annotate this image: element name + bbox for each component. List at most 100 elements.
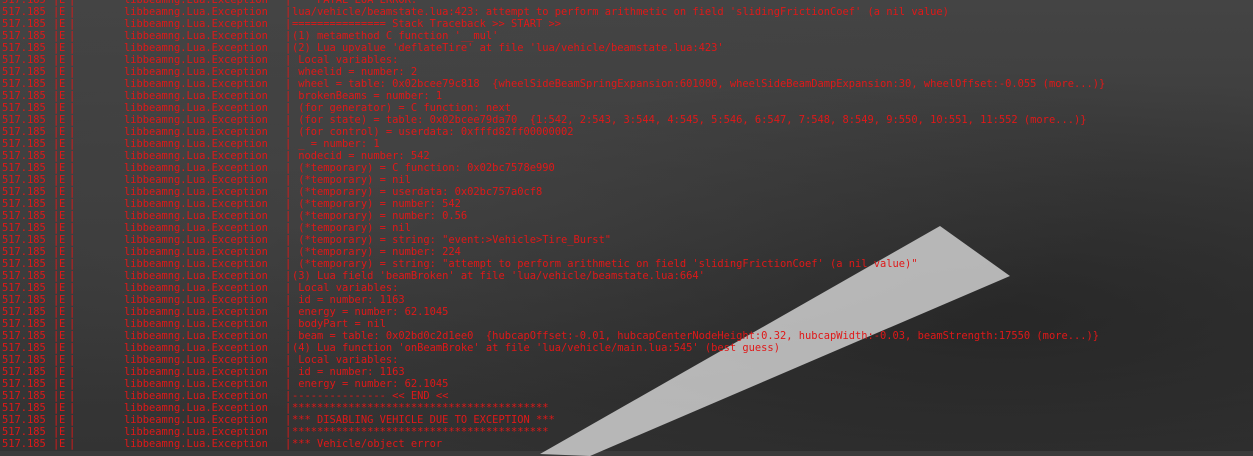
log-timestamp: 517.185 [2, 90, 46, 102]
log-level: E [59, 162, 66, 174]
log-separator: | [285, 246, 292, 258]
log-timestamp: 517.185 [2, 414, 46, 426]
log-level: E [59, 78, 66, 90]
log-line: 517.185 | E | libbeamng.Lua.Exception | broke… [0, 90, 1253, 102]
log-timestamp: 517.185 [2, 330, 46, 342]
log-separator: | [285, 258, 292, 270]
log-level: E [59, 66, 66, 78]
log-source: libbeamng.Lua.Exception [124, 342, 268, 354]
log-source: libbeamng.Lua.Exception [124, 42, 268, 54]
log-separator: | [69, 174, 76, 186]
log-separator: | [69, 258, 76, 270]
log-separator: | [69, 210, 76, 222]
log-timestamp: 517.185 [2, 42, 46, 54]
log-source: libbeamng.Lua.Exception [124, 414, 268, 426]
log-source: libbeamng.Lua.Exception [124, 246, 268, 258]
log-separator: | [69, 186, 76, 198]
log-message: bodyPart = nil [292, 318, 386, 330]
log-line: 517.185 | E | libbeamng.Lua.Exception | (for … [0, 114, 1253, 126]
log-message: ****************************************… [292, 426, 549, 438]
log-separator: | [285, 114, 292, 126]
log-separator: | [285, 54, 292, 66]
log-source: libbeamng.Lua.Exception [124, 210, 268, 222]
log-timestamp: 517.185 [2, 66, 46, 78]
log-source: libbeamng.Lua.Exception [124, 6, 268, 18]
log-level: E [59, 210, 66, 222]
log-timestamp: 517.185 [2, 390, 46, 402]
log-separator: | [285, 306, 292, 318]
log-timestamp: 517.185 [2, 234, 46, 246]
log-source: libbeamng.Lua.Exception [124, 282, 268, 294]
log-timestamp: 517.185 [2, 102, 46, 114]
log-separator: | [69, 402, 76, 414]
log-source: libbeamng.Lua.Exception [124, 90, 268, 102]
log-source: libbeamng.Lua.Exception [124, 222, 268, 234]
log-message: id = number: 1163 [292, 366, 405, 378]
log-message: id = number: 1163 [292, 294, 405, 306]
log-level: E [59, 294, 66, 306]
log-level: E [59, 138, 66, 150]
log-line: 517.185 | E | libbeamng.Lua.Exception | ======… [0, 18, 1253, 30]
log-level: E [59, 318, 66, 330]
log-line: 517.185 | E | libbeamng.Lua.Exception | (*tem… [0, 258, 1253, 270]
log-separator: | [285, 366, 292, 378]
log-message: (for generator) = C function: next [292, 102, 511, 114]
log-line: 517.185 | E | libbeamng.Lua.Exception | (4) Lu… [0, 342, 1253, 354]
log-timestamp: 517.185 [2, 162, 46, 174]
log-separator: | [69, 66, 76, 78]
log-message: ****************************************… [292, 402, 549, 414]
log-separator: | [285, 342, 292, 354]
log-timestamp: 517.185 [2, 174, 46, 186]
log-line: 517.185 | E | libbeamng.Lua.Exception | (for … [0, 126, 1253, 138]
log-level: E [59, 390, 66, 402]
log-timestamp: 517.185 [2, 282, 46, 294]
log-message: (3) Lua field 'beamBroken' at file 'lua/… [292, 270, 705, 282]
log-message: wheelid = number: 2 [292, 66, 418, 78]
log-timestamp: 517.185 [2, 426, 46, 438]
log-line: 517.185 | E | libbeamng.Lua.Exception | (*tem… [0, 162, 1253, 174]
log-timestamp: 517.185 [2, 114, 46, 126]
log-line: 517.185 | E | libbeamng.Lua.Exception | beam … [0, 330, 1253, 342]
log-message: energy = number: 62.1045 [292, 306, 449, 318]
log-separator: | [285, 330, 292, 342]
log-message: (*temporary) = number: 224 [292, 246, 461, 258]
log-message: (*temporary) = string: "attempt to perfo… [292, 258, 918, 270]
log-source: libbeamng.Lua.Exception [124, 126, 268, 138]
log-source: libbeamng.Lua.Exception [124, 318, 268, 330]
log-source: libbeamng.Lua.Exception [124, 18, 268, 30]
log-source: libbeamng.Lua.Exception [124, 150, 268, 162]
log-message: (*temporary) = nil [292, 222, 411, 234]
log-separator: | [69, 414, 76, 426]
log-separator: | [69, 78, 76, 90]
log-message: *** DISABLING VEHICLE DUE TO EXCEPTION *… [292, 414, 555, 426]
log-source: libbeamng.Lua.Exception [124, 162, 268, 174]
log-level: E [59, 234, 66, 246]
log-separator: | [285, 174, 292, 186]
log-separator: | [69, 354, 76, 366]
log-separator: | [69, 306, 76, 318]
log-separator: | [69, 42, 76, 54]
log-source: libbeamng.Lua.Exception [124, 66, 268, 78]
log-line: 517.185 | E | libbeamng.Lua.Exception | (for … [0, 102, 1253, 114]
log-separator: | [69, 114, 76, 126]
log-timestamp: 517.185 [2, 222, 46, 234]
log-separator: | [69, 138, 76, 150]
log-timestamp: 517.185 [2, 438, 46, 450]
log-message: wheel = table: 0x02bcee79c818 {wheelSide… [292, 78, 1106, 90]
log-timestamp: 517.185 [2, 126, 46, 138]
log-source: libbeamng.Lua.Exception [124, 114, 268, 126]
log-timestamp: 517.185 [2, 378, 46, 390]
log-line: 517.185 | E | libbeamng.Lua.Exception | (1) me… [0, 30, 1253, 42]
log-separator: | [69, 234, 76, 246]
log-separator: | [69, 438, 76, 450]
log-message: =============== Stack Traceback >> START… [292, 18, 561, 30]
log-timestamp: 517.185 [2, 270, 46, 282]
log-message: nodecid = number: 542 [292, 150, 430, 162]
log-level: E [59, 42, 66, 54]
log-level: E [59, 258, 66, 270]
log-source: libbeamng.Lua.Exception [124, 54, 268, 66]
log-source: libbeamng.Lua.Exception [124, 174, 268, 186]
log-level: E [59, 102, 66, 114]
log-separator: | [285, 6, 292, 18]
log-separator: | [285, 18, 292, 30]
